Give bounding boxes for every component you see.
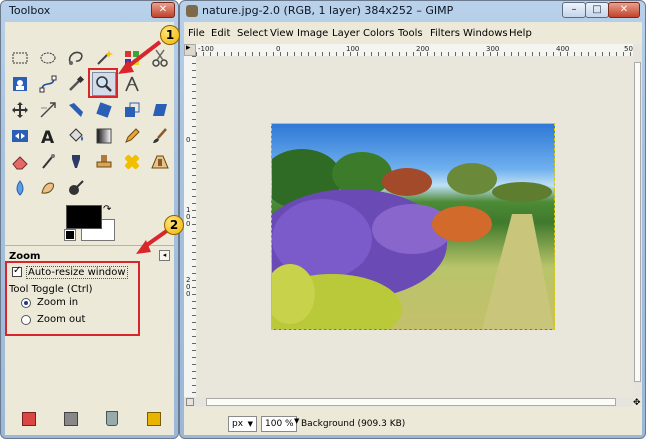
- airbrush-icon[interactable]: [36, 150, 60, 174]
- text-icon[interactable]: A: [36, 124, 60, 148]
- step-badge-2: 2: [164, 215, 184, 235]
- paintbrush-icon[interactable]: [148, 124, 172, 148]
- menu-layer[interactable]: Layer: [332, 28, 360, 39]
- status-bar: px ▼ 100 % ▼ Background (909.3 KB): [184, 410, 642, 435]
- vertical-scroll-thumb[interactable]: [634, 62, 641, 382]
- close-button[interactable]: ✕: [608, 2, 640, 18]
- horizontal-scroll-thumb[interactable]: [206, 398, 616, 406]
- arrow-icon: ▸: [186, 43, 191, 53]
- blend-icon[interactable]: [92, 124, 116, 148]
- chevron-down-icon: ▼: [247, 420, 253, 428]
- image-window: nature.jpg-2.0 (RGB, 1 layer) 384x252 – …: [179, 0, 646, 439]
- align-icon[interactable]: [36, 98, 60, 122]
- canvas-image[interactable]: [271, 123, 555, 330]
- reset-options-icon[interactable]: [147, 412, 161, 426]
- color-picker-icon[interactable]: [64, 72, 88, 96]
- rect-select-icon[interactable]: [8, 46, 32, 70]
- menu-bar: File Edit Select View Image Layer Colors…: [184, 28, 642, 42]
- swap-colors-icon[interactable]: ↷: [103, 205, 111, 215]
- navigate-icon[interactable]: ✥: [633, 399, 642, 408]
- menu-filters[interactable]: Filters: [430, 28, 460, 39]
- unit-value: px: [232, 419, 244, 429]
- toolbox-titlebar[interactable]: Toolbox ✕: [1, 1, 178, 22]
- restore-options-icon[interactable]: [64, 412, 78, 426]
- paths-icon[interactable]: [36, 72, 60, 96]
- svg-text:A: A: [41, 128, 55, 146]
- gimp-app-icon: [186, 5, 198, 17]
- flip-icon[interactable]: [8, 124, 32, 148]
- menu-tools[interactable]: Tools: [398, 28, 423, 39]
- shear-icon[interactable]: [148, 98, 172, 122]
- move-icon[interactable]: [8, 98, 32, 122]
- rotate-icon[interactable]: [92, 98, 116, 122]
- free-select-icon[interactable]: [64, 46, 88, 70]
- menu-edit[interactable]: Edit: [211, 28, 230, 39]
- image-window-titlebar[interactable]: nature.jpg-2.0 (RGB, 1 layer) 384x252 – …: [180, 1, 645, 22]
- toolbox-close-button[interactable]: ✕: [151, 2, 175, 18]
- menu-colors[interactable]: Colors: [363, 28, 394, 39]
- zoom-tool-highlight: [88, 68, 118, 98]
- image-window-title: nature.jpg-2.0 (RGB, 1 layer) 384x252 – …: [202, 4, 454, 17]
- delete-options-icon[interactable]: [106, 411, 118, 426]
- fuzzy-select-icon[interactable]: [92, 46, 116, 70]
- foreground-color-swatch[interactable]: [66, 205, 102, 229]
- menu-windows[interactable]: Windows: [463, 28, 508, 39]
- scissors-icon[interactable]: [148, 46, 172, 70]
- maximize-button[interactable]: □: [585, 2, 609, 18]
- perspective-clone-icon[interactable]: [148, 150, 172, 174]
- photo-scene: [272, 149, 554, 329]
- measure-icon[interactable]: [120, 72, 144, 96]
- menu-file[interactable]: File: [188, 28, 205, 39]
- tool-options-menu-icon[interactable]: ◂: [159, 250, 170, 261]
- menu-view[interactable]: View: [270, 28, 294, 39]
- eraser-icon[interactable]: [8, 150, 32, 174]
- ruler-label: 0: [186, 136, 191, 144]
- tool-grid: A: [5, 22, 174, 202]
- default-colors-icon[interactable]: [64, 229, 76, 241]
- ellipse-select-icon[interactable]: [36, 46, 60, 70]
- zoom-toggle-icon[interactable]: [186, 398, 194, 406]
- canvas-area[interactable]: [196, 56, 633, 397]
- tool-options-divider: [5, 245, 174, 246]
- ruler-label: 0: [186, 290, 191, 298]
- step-badge-1: 1: [160, 25, 180, 45]
- ruler-label: 0: [186, 220, 191, 228]
- zoom-value: 100 %: [265, 419, 294, 429]
- zoom-select[interactable]: 100 %: [261, 416, 297, 432]
- image-window-client: File Edit Select View Image Layer Colors…: [184, 22, 642, 435]
- unit-select[interactable]: px ▼: [228, 416, 257, 432]
- scale-icon[interactable]: [120, 98, 144, 122]
- foreground-select-icon[interactable]: [8, 72, 32, 96]
- dodge-burn-icon[interactable]: [64, 176, 88, 200]
- menu-image[interactable]: Image: [297, 28, 328, 39]
- ruler-corner[interactable]: ▸: [184, 43, 196, 56]
- ink-icon[interactable]: [64, 150, 88, 174]
- toolbox-window: Toolbox ✕ A ↷ Zoom ◂ ✓ Auto-resize windo…: [0, 0, 179, 439]
- smudge-icon[interactable]: [36, 176, 60, 200]
- minimize-button[interactable]: –: [562, 2, 586, 18]
- bucket-fill-icon[interactable]: [64, 124, 88, 148]
- blur-icon[interactable]: [8, 176, 32, 200]
- menu-help[interactable]: Help: [509, 28, 532, 39]
- zoom-dropdown-icon[interactable]: ▼: [294, 417, 299, 425]
- status-text: Background (909.3 KB): [301, 419, 406, 429]
- crop-icon[interactable]: [64, 98, 88, 122]
- toolbox-title: Toolbox: [9, 4, 51, 17]
- heal-icon[interactable]: [120, 150, 144, 174]
- clone-icon[interactable]: [92, 150, 116, 174]
- menu-select[interactable]: Select: [237, 28, 268, 39]
- horizontal-scrollbar[interactable]: [184, 397, 633, 407]
- pencil-icon[interactable]: [120, 124, 144, 148]
- save-options-icon[interactable]: [22, 412, 36, 426]
- vertical-scrollbar[interactable]: [633, 44, 642, 397]
- tool-options-highlight: [5, 261, 140, 336]
- select-by-color-icon[interactable]: [120, 46, 144, 70]
